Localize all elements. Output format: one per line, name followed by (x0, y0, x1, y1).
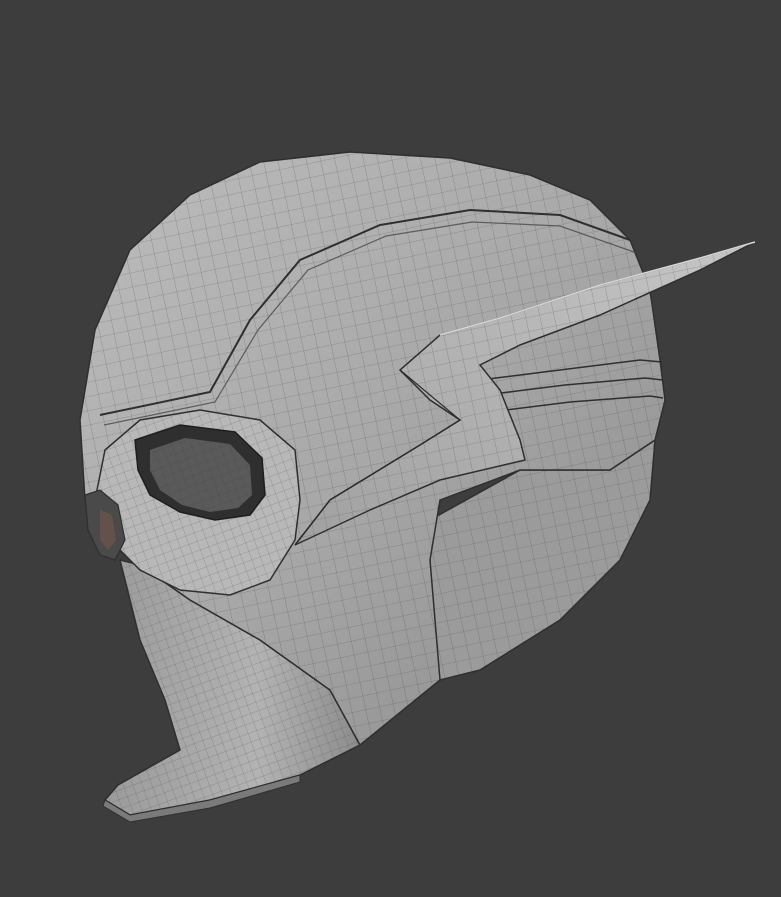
3d-viewport[interactable] (0, 0, 781, 897)
helmet-render (79, 151, 756, 823)
